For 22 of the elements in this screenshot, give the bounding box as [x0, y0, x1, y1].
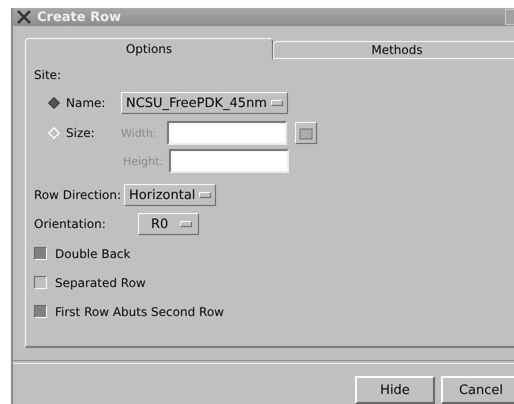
row-direction-label: Row Direction: [34, 188, 122, 202]
tab[interactable]: Methods [273, 41, 514, 60]
checkbox[interactable] [34, 305, 47, 318]
checkbox-label: Separated Row [55, 276, 146, 290]
tab[interactable]: Options [25, 38, 273, 60]
radio-button[interactable] [48, 97, 60, 110]
checkbox[interactable] [34, 247, 47, 260]
x-logo-icon [17, 10, 31, 24]
checkbox[interactable] [34, 276, 47, 290]
site-name-dropdown[interactable]: NCSU_FreePDK_45nm [121, 92, 288, 114]
browse-button[interactable] [295, 122, 317, 144]
orientation-label: Orientation: [34, 217, 107, 232]
orientation-dropdown[interactable]: R0 [138, 213, 200, 236]
checkbox-label: Double Back [55, 246, 130, 261]
window-title: Create Row [37, 10, 122, 25]
checkbox-label: First Row Abuts Second Row [55, 304, 224, 319]
dialog-button[interactable]: Hide [355, 376, 435, 404]
radio-label: Size: [66, 126, 96, 140]
site-label: Site: [34, 68, 62, 82]
radio-label: Name: [66, 96, 106, 110]
row-direction-dropdown[interactable]: Horizontal [124, 184, 216, 206]
dialog-button[interactable]: Cancel [441, 376, 514, 404]
